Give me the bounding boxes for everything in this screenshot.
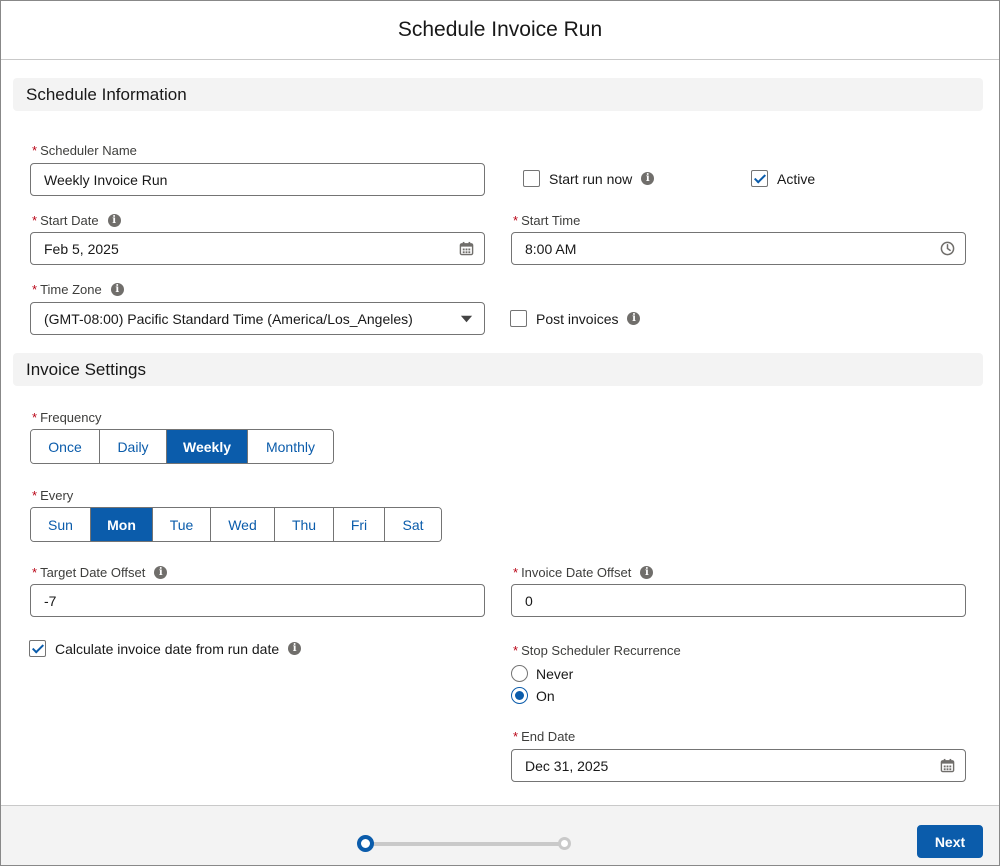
progress-step-2[interactable] (558, 837, 571, 850)
frequency-weekly-button[interactable]: Weekly (167, 430, 248, 463)
recurrence-on-radio[interactable]: On (511, 687, 555, 704)
start-time-input[interactable]: 8:00 AM (511, 232, 966, 265)
schedule-invoice-modal: Schedule Invoice Run Schedule Informatio… (0, 0, 1000, 866)
start-time-label: * Start Time (513, 213, 580, 228)
input-value: Feb 5, 2025 (44, 240, 119, 257)
label-text: Frequency (40, 410, 102, 425)
day-thu-button[interactable]: Thu (275, 508, 334, 541)
checkbox-box[interactable] (29, 640, 46, 657)
chevron-down-icon[interactable] (459, 311, 474, 326)
radio-button[interactable] (511, 687, 528, 704)
frequency-label: * Frequency (32, 410, 101, 425)
section-schedule-information: Schedule Information (13, 78, 983, 111)
calendar-icon[interactable] (940, 758, 955, 773)
frequency-button-group: Once Daily Weekly Monthly (30, 429, 334, 464)
section-title: Schedule Information (26, 84, 187, 104)
label-text: End Date (521, 729, 576, 744)
label-text: Scheduler Name (40, 143, 137, 158)
checkbox-box[interactable] (510, 310, 527, 327)
input-value: 0 (525, 592, 533, 609)
checkbox-label: Active (777, 170, 816, 187)
label-text: Invoice Date Offset (521, 565, 632, 580)
stop-recurrence-label: * Stop Scheduler Recurrence (513, 643, 681, 658)
required-marker: * (513, 643, 519, 658)
radio-button[interactable] (511, 665, 528, 682)
every-day-button-group: Sun Mon Tue Wed Thu Fri Sat (30, 507, 442, 542)
required-marker: * (32, 282, 38, 297)
day-wed-button[interactable]: Wed (211, 508, 275, 541)
label-text: Every (40, 488, 74, 503)
required-marker: * (32, 410, 38, 425)
scheduler-name-input[interactable]: Weekly Invoice Run (30, 163, 485, 196)
required-marker: * (32, 213, 38, 228)
required-marker: * (32, 565, 38, 580)
modal-header: Schedule Invoice Run (1, 1, 999, 60)
input-value: 8:00 AM (525, 240, 577, 257)
frequency-monthly-button[interactable]: Monthly (248, 430, 333, 463)
label-text: Target Date Offset (40, 565, 146, 580)
every-label: * Every (32, 488, 73, 503)
info-icon[interactable]: i (154, 566, 168, 579)
day-mon-button[interactable]: Mon (91, 508, 153, 541)
section-title: Invoice Settings (26, 359, 147, 379)
start-run-now-checkbox[interactable]: Start run now i (523, 170, 655, 187)
post-invoices-checkbox[interactable]: Post invoices i (510, 310, 641, 327)
start-date-label: * Start Date i (32, 213, 121, 228)
input-value: Dec 31, 2025 (525, 757, 609, 774)
progress-step-1[interactable] (357, 835, 374, 852)
scheduler-name-label: * Scheduler Name (32, 143, 137, 158)
label-text: Start Date (40, 213, 99, 228)
info-icon[interactable]: i (110, 283, 124, 296)
label-text: Stop Scheduler Recurrence (521, 643, 681, 658)
clock-icon[interactable] (940, 241, 955, 256)
label-text: Time Zone (40, 282, 102, 297)
active-checkbox[interactable]: Active (751, 170, 815, 187)
day-sat-button[interactable]: Sat (385, 508, 441, 541)
time-zone-select[interactable]: (GMT-08:00) Pacific Standard Time (Ameri… (30, 302, 485, 335)
required-marker: * (32, 143, 38, 158)
radio-label: Never (536, 665, 574, 682)
target-date-offset-input[interactable]: -7 (30, 584, 485, 617)
start-date-input[interactable]: Feb 5, 2025 (30, 232, 485, 265)
required-marker: * (513, 565, 519, 580)
checkbox-label: Start run now (549, 170, 633, 187)
info-icon[interactable]: i (288, 642, 302, 655)
end-date-input[interactable]: Dec 31, 2025 (511, 749, 966, 782)
modal-footer: Next (1, 805, 999, 865)
calc-invoice-date-checkbox[interactable]: Calculate invoice date from run date i (29, 640, 302, 657)
info-icon[interactable]: i (640, 566, 654, 579)
calendar-icon[interactable] (459, 241, 474, 256)
label-text: Start Time (521, 213, 581, 228)
info-icon[interactable]: i (627, 312, 641, 325)
required-marker: * (32, 488, 38, 503)
day-tue-button[interactable]: Tue (153, 508, 211, 541)
info-icon[interactable]: i (107, 214, 121, 227)
checkbox-label: Calculate invoice date from run date (55, 640, 280, 657)
frequency-once-button[interactable]: Once (31, 430, 100, 463)
day-sun-button[interactable]: Sun (31, 508, 91, 541)
info-icon[interactable]: i (641, 172, 655, 185)
target-date-offset-label: * Target Date Offset i (32, 565, 168, 580)
frequency-daily-button[interactable]: Daily (100, 430, 167, 463)
radio-label: On (536, 687, 555, 704)
end-date-label: * End Date (513, 729, 575, 744)
time-zone-label: * Time Zone i (32, 282, 124, 297)
input-value: Weekly Invoice Run (44, 171, 168, 188)
checkbox-box[interactable] (751, 170, 768, 187)
required-marker: * (513, 729, 519, 744)
progress-track (369, 842, 565, 846)
recurrence-never-radio[interactable]: Never (511, 665, 573, 682)
select-value: (GMT-08:00) Pacific Standard Time (Ameri… (44, 310, 413, 327)
next-button[interactable]: Next (917, 825, 983, 858)
checkbox-box[interactable] (523, 170, 540, 187)
invoice-date-offset-label: * Invoice Date Offset i (513, 565, 654, 580)
modal-title: Schedule Invoice Run (397, 18, 603, 41)
invoice-date-offset-input[interactable]: 0 (511, 584, 966, 617)
section-invoice-settings: Invoice Settings (13, 353, 983, 386)
checkbox-label: Post invoices (536, 310, 619, 327)
input-value: -7 (44, 592, 57, 609)
day-fri-button[interactable]: Fri (334, 508, 385, 541)
required-marker: * (513, 213, 519, 228)
